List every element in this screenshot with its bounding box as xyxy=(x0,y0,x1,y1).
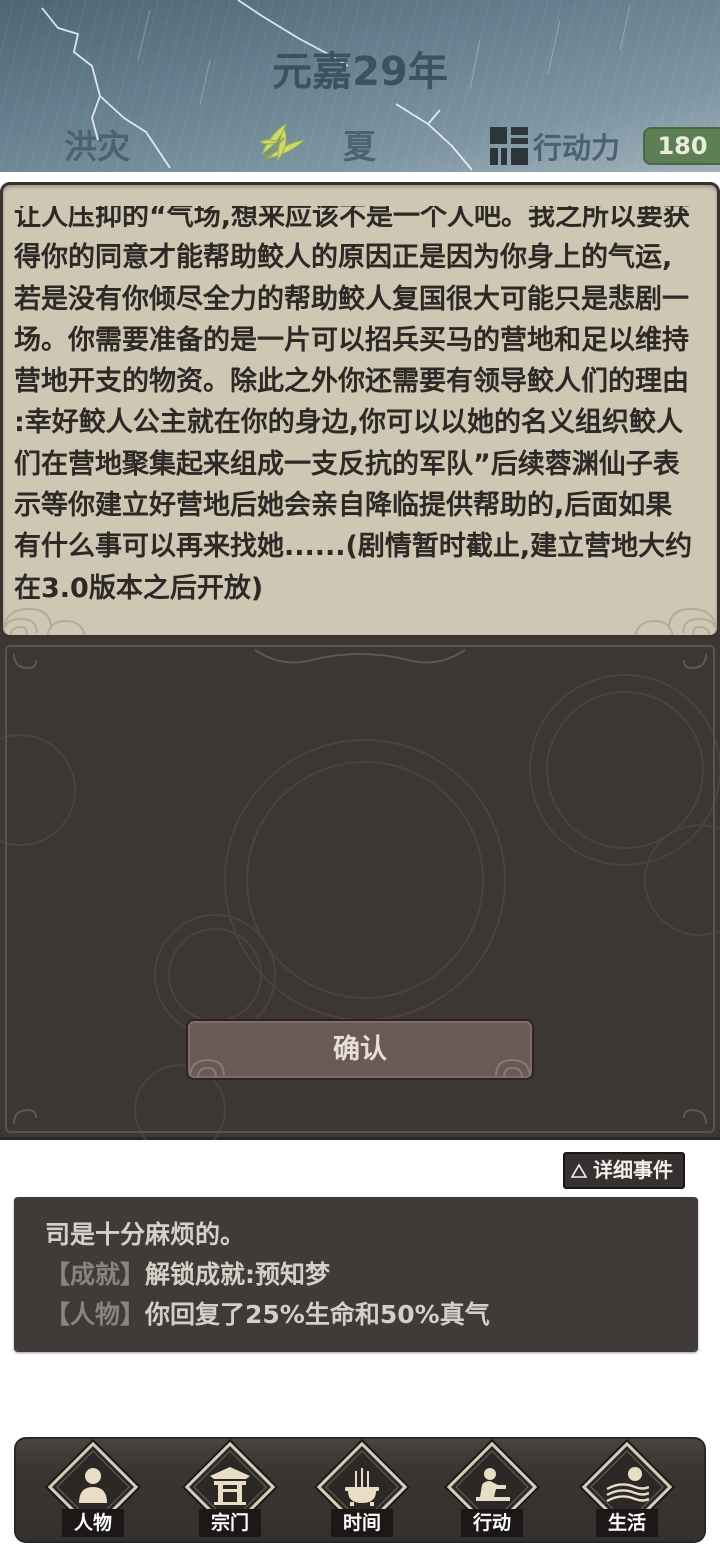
cloud-ornament-right xyxy=(634,607,717,635)
nav-item-action[interactable]: 行动 xyxy=(442,1439,542,1543)
person-icon xyxy=(79,1468,107,1503)
story-line: 在3.0版本之后开放) xyxy=(14,572,264,604)
story-line: 让人压抑的“气场,想来应该不是一个人吧。我之所以要获 xyxy=(14,206,691,232)
story-text-scroll[interactable]: 让人压抑的“气场,想来应该不是一个人吧。我之所以要获 得你的同意才能帮助鲛人的原… xyxy=(14,206,714,616)
event-log-lines: 司是十分麻烦的。 【成就】解锁成就:预知梦 【人物】你回复了25%生命和50%真… xyxy=(45,1215,490,1335)
nav-label: 时间 xyxy=(331,1509,393,1537)
incense-burner-icon xyxy=(345,1468,379,1506)
triangle-up-icon xyxy=(571,1163,587,1178)
bottom-nav: 人物 宗门 时间 行动 生活 xyxy=(14,1437,706,1543)
nav-item-character[interactable]: 人物 xyxy=(43,1439,143,1543)
story-line: 们在营地聚集起来组成一支反抗的军队”后续蓉渊仙子表 xyxy=(14,448,680,480)
story-line: 营地开支的物资。除此之外你还需要有领导鲛人们的理由 xyxy=(14,366,689,398)
season-label: 夏 xyxy=(343,127,376,166)
story-line: 场。你需要准备的是一片可以招兵买马的营地和足以维持 xyxy=(14,324,689,356)
story-text: 让人压抑的“气场,想来应该不是一个人吧。我之所以要获 得你的同意才能帮助鲛人的原… xyxy=(14,206,714,609)
nav-label: 人物 xyxy=(62,1509,124,1537)
confirm-button-label: 确认 xyxy=(333,1034,387,1065)
event-log[interactable]: 司是十分麻烦的。 【成就】解锁成就:预知梦 【人物】你回复了25%生命和50%真… xyxy=(14,1197,698,1352)
status-header: 元嘉29年 洪灾 夏 行动力 180 xyxy=(0,0,720,172)
nav-label: 生活 xyxy=(596,1509,658,1537)
sun-field-icon xyxy=(606,1467,649,1503)
story-line: :幸好鲛人公主就在你的身边,你可以以她的名义组织鲛人 xyxy=(14,407,684,439)
confirm-button[interactable]: 确认 xyxy=(186,1019,534,1080)
nav-label: 宗门 xyxy=(199,1509,261,1537)
nav-item-sect[interactable]: 宗门 xyxy=(180,1439,280,1543)
log-entry: 【人物】你回复了25%生命和50%真气 xyxy=(45,1295,490,1335)
story-line: 得你的同意才能帮助鲛人的原因正是因为你身上的气运, xyxy=(14,242,673,274)
action-icon xyxy=(476,1468,510,1501)
year-title: 元嘉29年 xyxy=(272,49,448,95)
story-line: 若是没有你倾尽全力的帮助鲛人复国很大可能只是悲剧一 xyxy=(14,283,689,315)
action-power-icon xyxy=(490,127,528,165)
log-text: 司是十分麻烦的。 xyxy=(45,1220,246,1249)
cloud-ornament-left xyxy=(3,607,86,635)
nav-label: 行动 xyxy=(461,1509,523,1537)
detail-events-label: 详细事件 xyxy=(593,1158,673,1182)
sect-gate-icon xyxy=(210,1467,250,1505)
nav-item-life[interactable]: 生活 xyxy=(577,1439,677,1543)
story-line: 示等你建立好营地后她会亲自降临提供帮助的,后面如果 xyxy=(14,490,673,522)
log-text: 你回复了25%生命和50%真气 xyxy=(145,1300,490,1329)
log-tag: 【人物】 xyxy=(45,1300,146,1329)
log-text: 解锁成就:预知梦 xyxy=(145,1260,331,1289)
action-points-badge: 180 xyxy=(643,127,720,165)
nav-item-time[interactable]: 时间 xyxy=(312,1439,412,1543)
detail-events-button[interactable]: 详细事件 xyxy=(563,1152,685,1189)
log-tag: 【成就】 xyxy=(45,1260,146,1289)
action-power-label: 行动力 xyxy=(533,131,621,165)
story-line: 有什么事可以再来找她......(剧情暂时截止,建立营地大约 xyxy=(14,531,693,563)
bamboo-leaf-icon xyxy=(258,120,306,162)
log-entry: 司是十分麻烦的。 xyxy=(45,1215,490,1255)
story-dialog: 让人压抑的“气场,想来应该不是一个人吧。我之所以要获 得你的同意才能帮助鲛人的原… xyxy=(0,182,720,638)
disaster-label: 洪灾 xyxy=(64,127,130,166)
log-entry: 【成就】解锁成就:预知梦 xyxy=(45,1255,490,1295)
